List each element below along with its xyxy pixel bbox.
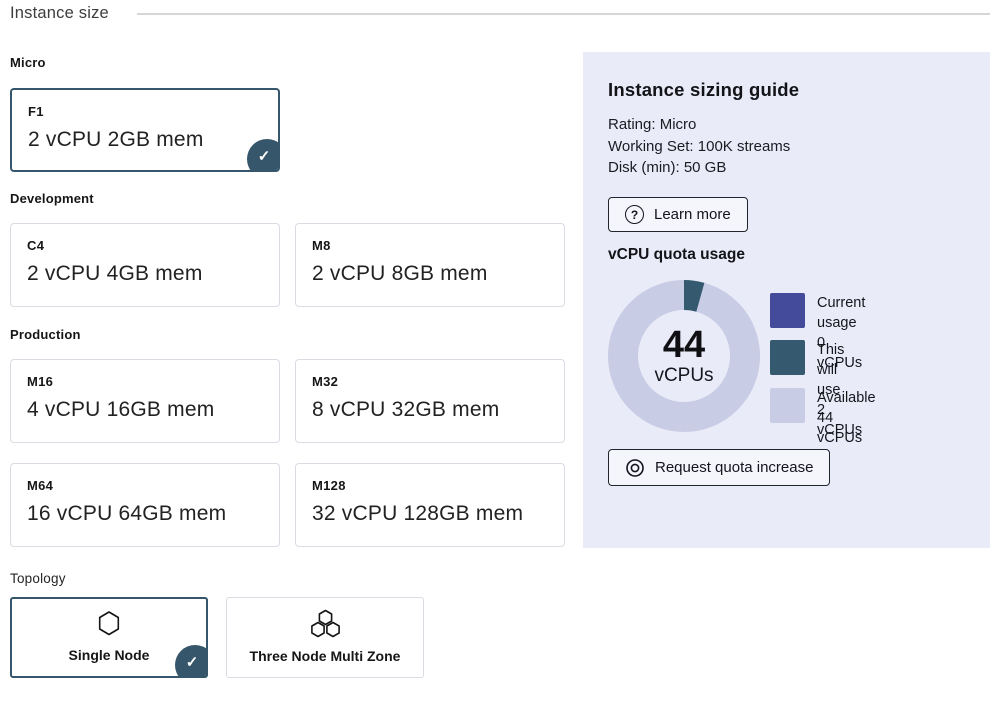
- size-card-f1[interactable]: F1 2 vCPU 2GB mem ✓: [10, 88, 280, 172]
- size-card-tag: M64: [27, 478, 263, 493]
- size-card-tag: M8: [312, 238, 548, 253]
- page-title: Instance size: [10, 4, 109, 23]
- guide-title: Instance sizing guide: [608, 79, 799, 101]
- legend-item-available: Available 44 vCPUs: [770, 388, 876, 448]
- size-card-spec: 16 vCPU 64GB mem: [27, 502, 263, 526]
- topology-card-single-node[interactable]: Single Node ✓: [10, 597, 208, 678]
- section-label-development: Development: [10, 191, 94, 206]
- guide-disk: Disk (min): 50 GB: [608, 157, 790, 179]
- vcpu-quota-donut-chart: 44 vCPUs: [607, 279, 761, 433]
- legend-swatch-current-usage: [770, 293, 805, 328]
- section-label-production: Production: [10, 327, 81, 342]
- size-card-m128[interactable]: M128 32 vCPU 128GB mem: [295, 463, 565, 547]
- topology-option-label: Three Node Multi Zone: [250, 648, 401, 664]
- learn-more-label: Learn more: [654, 206, 731, 223]
- size-card-tag: M16: [27, 374, 263, 389]
- legend-label: Available: [817, 388, 876, 408]
- size-card-spec: 32 vCPU 128GB mem: [312, 502, 548, 526]
- size-card-c4[interactable]: C4 2 vCPU 4GB mem: [10, 223, 280, 307]
- legend-swatch-available: [770, 388, 805, 423]
- section-label-topology: Topology: [10, 571, 66, 586]
- legend-label: Current usage: [817, 293, 865, 333]
- request-quota-increase-button[interactable]: Request quota increase: [608, 449, 830, 486]
- size-card-m8[interactable]: M8 2 vCPU 8GB mem: [295, 223, 565, 307]
- size-card-spec: 8 vCPU 32GB mem: [312, 398, 548, 422]
- size-card-tag: M128: [312, 478, 548, 493]
- size-card-spec: 2 vCPU 8GB mem: [312, 262, 548, 286]
- size-card-spec: 2 vCPU 4GB mem: [27, 262, 263, 286]
- size-card-m16[interactable]: M16 4 vCPU 16GB mem: [10, 359, 280, 443]
- section-label-micro: Micro: [10, 55, 46, 70]
- donut-arcs: [607, 279, 761, 433]
- request-quota-label: Request quota increase: [655, 459, 813, 476]
- instance-size-page: Instance size Micro F1 2 vCPU 2GB mem ✓ …: [0, 0, 997, 703]
- size-card-tag: F1: [28, 104, 262, 119]
- learn-more-button[interactable]: ? Learn more: [608, 197, 748, 232]
- instance-sizing-guide-panel: Instance sizing guide Rating: Micro Work…: [583, 52, 990, 548]
- check-icon: ✓: [186, 653, 199, 671]
- topology-option-label: Single Node: [69, 647, 150, 663]
- size-card-spec: 2 vCPU 2GB mem: [28, 128, 262, 152]
- size-card-spec: 4 vCPU 16GB mem: [27, 398, 263, 422]
- check-icon: ✓: [258, 147, 271, 165]
- quota-usage-title: vCPU quota usage: [608, 246, 745, 264]
- size-card-tag: M32: [312, 374, 548, 389]
- size-card-m32[interactable]: M32 8 vCPU 32GB mem: [295, 359, 565, 443]
- legend-swatch-this-will-use: [770, 340, 805, 375]
- size-card-tag: C4: [27, 238, 263, 253]
- selected-check-badge: ✓: [247, 139, 280, 172]
- question-icon: ?: [625, 205, 644, 224]
- guide-rating: Rating: Micro: [608, 114, 790, 136]
- guide-info: Rating: Micro Working Set: 100K streams …: [608, 114, 790, 179]
- header-divider: [137, 13, 990, 15]
- quota-target-icon: [625, 458, 645, 478]
- guide-working-set: Working Set: 100K streams: [608, 136, 790, 158]
- selected-check-badge: ✓: [175, 645, 208, 678]
- single-hexagon-icon: [97, 610, 121, 637]
- size-card-m64[interactable]: M64 16 vCPU 64GB mem: [10, 463, 280, 547]
- three-hexagons-icon: [308, 609, 343, 640]
- topology-card-three-node-multi-zone[interactable]: Three Node Multi Zone: [226, 597, 424, 678]
- legend-value: 44 vCPUs: [817, 408, 876, 448]
